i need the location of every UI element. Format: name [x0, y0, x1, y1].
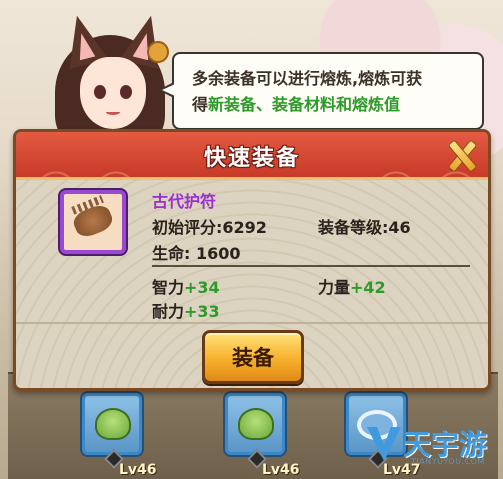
int-bonus: +34 [184, 278, 220, 297]
hp-stat: 生命: 1600 [152, 240, 241, 264]
strength-stat: 力量+42 [318, 274, 386, 298]
npc-eye-right [120, 85, 132, 99]
site-watermark: 天宇游 TIANYUYOU.COM [367, 425, 497, 471]
equip-button[interactable]: 装备 [202, 330, 304, 384]
speech-line-1: 多余装备可以进行熔炼,熔炼可获 [192, 69, 423, 88]
npc-portrait [35, 15, 195, 150]
slot-level: Lv46 [119, 462, 157, 478]
speech-highlight: 新装备、装备材料和熔炼值 [208, 95, 401, 114]
npc-eye-left [94, 85, 106, 99]
watermark-logo-icon [367, 427, 401, 461]
watermark-url: TIANYUYOU.COM [411, 457, 485, 466]
stamina-stat: 耐力+33 [152, 298, 220, 322]
sta-bonus: +33 [184, 302, 220, 321]
amulet-icon [70, 201, 116, 241]
initial-score-value: 6292 [222, 218, 267, 237]
item-name: 古代护符 [152, 192, 217, 211]
frog-item-icon [95, 408, 131, 440]
intelligence-stat: 智力+34 [152, 274, 220, 298]
sta-label: 耐力 [152, 302, 185, 321]
dialog-body: 古代护符 初始评分:6292 装备等级:46 生命: 1600 智力+34 力量… [16, 180, 488, 388]
dialog-title: 快速装备 [203, 146, 300, 171]
int-label: 智力 [152, 278, 185, 297]
str-bonus: +42 [350, 278, 386, 297]
hp-label: 生命: [152, 244, 196, 263]
equip-level: 装备等级:46 [318, 214, 411, 238]
slot-level: Lv46 [262, 462, 300, 478]
quick-equip-dialog: 快速装备 古代护符 初始评分:6292 装备等级:46 生命: 1600 智力+… [13, 129, 491, 391]
dialog-header: 快速装备 [16, 132, 488, 180]
speech-line-2: 得新装备、装备材料和熔炼值 [192, 92, 468, 118]
inventory-slot[interactable]: Lv46 [225, 393, 300, 478]
npc-face [80, 57, 146, 129]
body-divider [16, 322, 488, 324]
inventory-slot[interactable]: Lv46 [82, 393, 157, 478]
stats-divider [152, 265, 470, 267]
str-label: 力量 [318, 278, 351, 297]
npc-mouth [106, 109, 120, 115]
initial-score: 初始评分:6292 [152, 214, 267, 238]
npc-speech-bubble: 多余装备可以进行熔炼,熔炼可获 得新装备、装备材料和熔炼值 [158, 52, 484, 130]
close-icon[interactable] [444, 138, 478, 172]
speech-line-2-prefix: 得 [192, 95, 209, 114]
frog-item-icon [238, 408, 274, 440]
equip-level-label: 装备等级: [318, 218, 389, 237]
npc-hair-ornament [147, 41, 169, 63]
amulet-item-icon[interactable] [60, 190, 126, 254]
hp-value: 1600 [195, 244, 241, 263]
equip-level-value: 46 [388, 218, 411, 237]
initial-score-label: 初始评分: [152, 218, 223, 237]
